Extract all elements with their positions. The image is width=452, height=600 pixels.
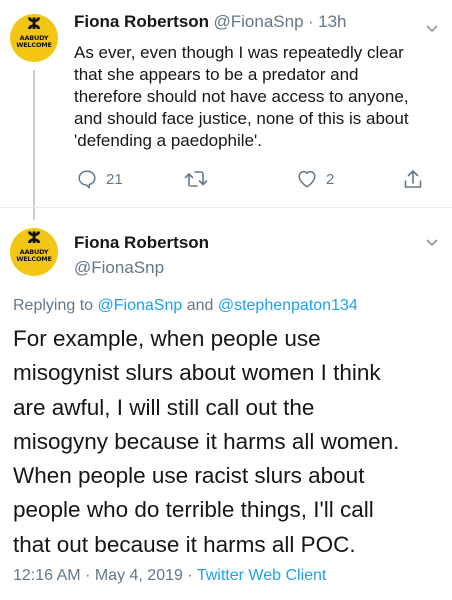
tweet-text: As ever, even though I was repeatedly cl… bbox=[74, 42, 419, 152]
tweet-divider bbox=[0, 207, 452, 208]
avatar[interactable]: ⵣ AABUDY WELCOME bbox=[10, 14, 58, 62]
avatar-glyph: ⵣ bbox=[27, 16, 41, 33]
thread-connector-line bbox=[33, 70, 35, 220]
replying-to-prefix: Replying to bbox=[13, 297, 94, 314]
reply-icon bbox=[78, 170, 96, 189]
mention-link[interactable]: @stephenpaton134 bbox=[218, 297, 358, 314]
retweet-icon bbox=[184, 171, 208, 187]
tweet-text: For example, when people use misogynist … bbox=[13, 322, 443, 562]
like-count: 2 bbox=[326, 170, 335, 188]
author-handle[interactable]: @FionaSnp bbox=[214, 12, 304, 31]
tweet-text-line: that she appears to be a predator and bbox=[74, 65, 359, 84]
tweet-text-line: As ever, even though I was repeatedly cl… bbox=[74, 43, 404, 62]
author-name[interactable]: Fiona Robertson bbox=[74, 233, 209, 253]
mention-link[interactable]: @FionaSnp bbox=[98, 297, 183, 314]
heart-icon bbox=[298, 170, 316, 188]
chevron-down-icon[interactable] bbox=[425, 22, 439, 36]
tweet-text-line: are awful, I will still call out the bbox=[13, 394, 315, 420]
share-button[interactable] bbox=[403, 168, 423, 190]
tweet-date[interactable]: May 4, 2019 bbox=[95, 567, 183, 584]
tweet-text-line: When people use racist slurs about bbox=[13, 463, 365, 489]
replying-to-and: and bbox=[186, 297, 214, 314]
tweet-time[interactable]: 13h bbox=[318, 12, 346, 31]
author-name[interactable]: Fiona Robertson bbox=[74, 12, 209, 31]
separator-dot: · bbox=[187, 567, 193, 584]
tweet-text-line: therefore should not have access to anyo… bbox=[74, 87, 409, 106]
avatar-text-line2: WELCOME bbox=[16, 255, 52, 263]
reply-button[interactable]: 21 bbox=[76, 168, 123, 190]
reply-count: 21 bbox=[106, 170, 123, 188]
tweet-text-line: and should face justice, none of this is… bbox=[74, 109, 409, 128]
replying-to: Replying to @FionaSnp and @stephenpaton1… bbox=[13, 297, 358, 315]
avatar-glyph: ⵣ bbox=[27, 230, 41, 247]
avatar[interactable]: ⵣ AABUDY WELCOME bbox=[10, 228, 58, 276]
tweet-header: Fiona Robertson @FionaSnp · 13h bbox=[74, 12, 347, 32]
tweet-text-line: For example, when people use bbox=[13, 326, 321, 351]
tweet-text-line: 'defending a paedophile'. bbox=[74, 131, 262, 150]
share-icon bbox=[404, 170, 422, 188]
like-button[interactable]: 2 bbox=[296, 168, 334, 190]
tweet-text-line: that out because it harms all POC. bbox=[13, 531, 356, 557]
avatar-text-line2: WELCOME bbox=[16, 41, 52, 49]
tweet-actions: 21 2 bbox=[74, 168, 424, 192]
tweet-meta: 12:16 AM · May 4, 2019 · Twitter Web Cli… bbox=[13, 567, 326, 585]
tweet-text-line: misogynist slurs about women I think bbox=[13, 360, 381, 386]
separator-dot: · bbox=[308, 12, 314, 31]
client-link[interactable]: Twitter Web Client bbox=[197, 567, 327, 584]
tweet-text-line: people who do terrible things, I'll call bbox=[13, 497, 374, 523]
author-handle[interactable]: @FionaSnp bbox=[74, 258, 164, 278]
retweet-button[interactable] bbox=[184, 168, 208, 190]
separator-dot: · bbox=[85, 567, 91, 584]
tweet-timestamp[interactable]: 12:16 AM bbox=[13, 567, 81, 584]
chevron-down-icon[interactable] bbox=[425, 236, 439, 250]
tweet-text-line: misogyny because it harms all women. bbox=[13, 428, 400, 454]
